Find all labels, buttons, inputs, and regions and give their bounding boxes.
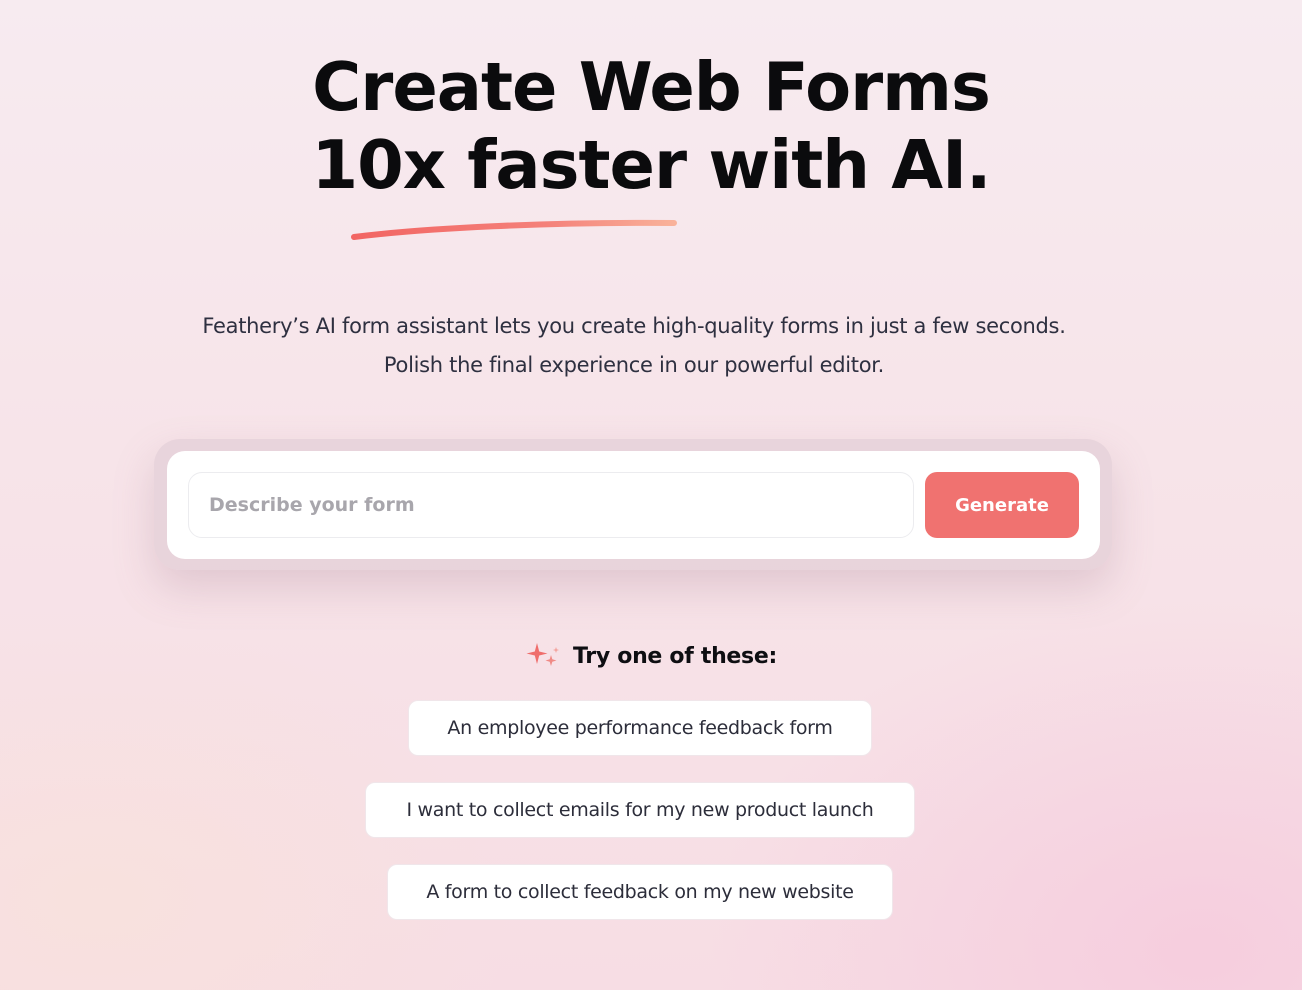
hero-title-line-1: Create Web Forms [312,48,991,126]
suggestion-chip[interactable]: A form to collect feedback on my new web… [387,864,893,920]
suggestions-heading-label: Try one of these: [573,643,777,669]
suggestions-heading: Try one of these: [0,638,1302,674]
suggestion-chip[interactable]: An employee performance feedback form [408,700,872,756]
hero-subtitle: Feathery’s AI form assistant lets you cr… [202,314,1066,377]
describe-form-input[interactable] [188,472,914,538]
title-underline-decoration [351,219,677,240]
generate-button[interactable]: Generate [925,472,1079,538]
sparkle-icon [526,643,560,666]
hero-title: Create Web Forms 10x faster with AI. [0,48,1302,204]
hero-title-line-2: 10x faster with AI. [311,126,991,204]
suggestion-chip[interactable]: I want to collect emails for my new prod… [365,782,915,838]
